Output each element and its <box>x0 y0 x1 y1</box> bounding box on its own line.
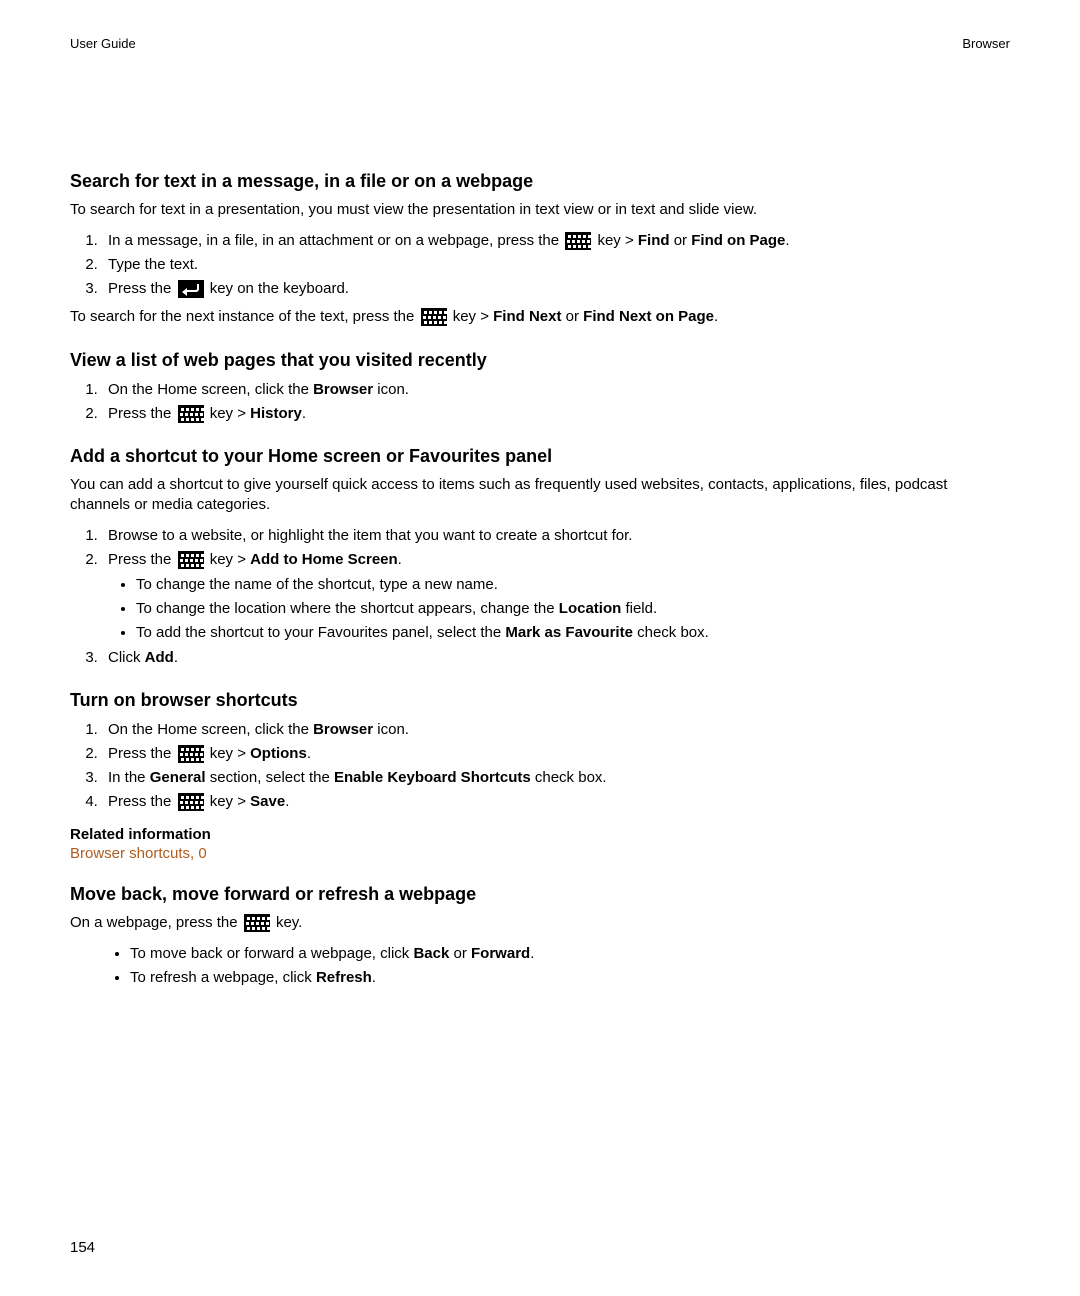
bullet-list: To move back or forward a webpage, click… <box>102 943 1010 988</box>
section-title-view-history: View a list of web pages that you visite… <box>70 350 1010 371</box>
list-item: To move back or forward a webpage, click… <box>130 943 1010 964</box>
document-page: User Guide Browser Search for text in a … <box>0 0 1080 1296</box>
page-number: 154 <box>70 1239 95 1256</box>
menu-key-icon <box>178 551 204 569</box>
paragraph: On a webpage, press the key. <box>70 913 1010 933</box>
step-list: Browse to a website, or highlight the it… <box>70 525 1010 668</box>
related-info-heading: Related information <box>70 826 1010 843</box>
section-title-move-refresh: Move back, move forward or refresh a web… <box>70 884 1010 905</box>
list-item: In a message, in a file, in an attachmen… <box>102 230 1010 251</box>
header-right: Browser <box>962 36 1010 51</box>
bullet-list: To change the name of the shortcut, type… <box>108 574 1010 643</box>
list-item: To refresh a webpage, click Refresh. <box>130 967 1010 988</box>
list-item: Press the key > Add to Home Screen. To c… <box>102 549 1010 643</box>
step-list: In a message, in a file, in an attachmen… <box>70 230 1010 299</box>
list-item: On the Home screen, click the Browser ic… <box>102 719 1010 740</box>
page-header: User Guide Browser <box>70 36 1010 51</box>
section-intro: You can add a shortcut to give yourself … <box>70 475 1010 516</box>
step-list: On the Home screen, click the Browser ic… <box>70 719 1010 812</box>
enter-key-icon <box>178 280 204 298</box>
menu-key-icon <box>178 793 204 811</box>
list-item: In the General section, select the Enabl… <box>102 767 1010 788</box>
list-item: Press the key > History. <box>102 403 1010 424</box>
menu-key-icon <box>178 745 204 763</box>
section-intro: To search for text in a presentation, yo… <box>70 200 1010 220</box>
menu-key-icon <box>421 308 447 326</box>
list-item: Press the key on the keyboard. <box>102 278 1010 299</box>
menu-key-icon <box>244 914 270 932</box>
section-title-add-shortcut: Add a shortcut to your Home screen or Fa… <box>70 446 1010 467</box>
step-list: On the Home screen, click the Browser ic… <box>70 379 1010 424</box>
related-link[interactable]: Browser shortcuts, 0 <box>70 845 1010 862</box>
list-item: To add the shortcut to your Favourites p… <box>136 622 1010 643</box>
list-item: Press the key > Options. <box>102 743 1010 764</box>
list-item: Press the key > Save. <box>102 791 1010 812</box>
section-title-browser-shortcuts: Turn on browser shortcuts <box>70 690 1010 711</box>
list-item: To change the name of the shortcut, type… <box>136 574 1010 595</box>
list-item: On the Home screen, click the Browser ic… <box>102 379 1010 400</box>
paragraph: To search for the next instance of the t… <box>70 307 1010 327</box>
list-item: Click Add. <box>102 647 1010 668</box>
list-item: Type the text. <box>102 254 1010 275</box>
list-item: To change the location where the shortcu… <box>136 598 1010 619</box>
list-item: Browse to a website, or highlight the it… <box>102 525 1010 546</box>
header-left: User Guide <box>70 36 136 51</box>
menu-key-icon <box>565 232 591 250</box>
menu-key-icon <box>178 405 204 423</box>
section-title-search-text: Search for text in a message, in a file … <box>70 171 1010 192</box>
